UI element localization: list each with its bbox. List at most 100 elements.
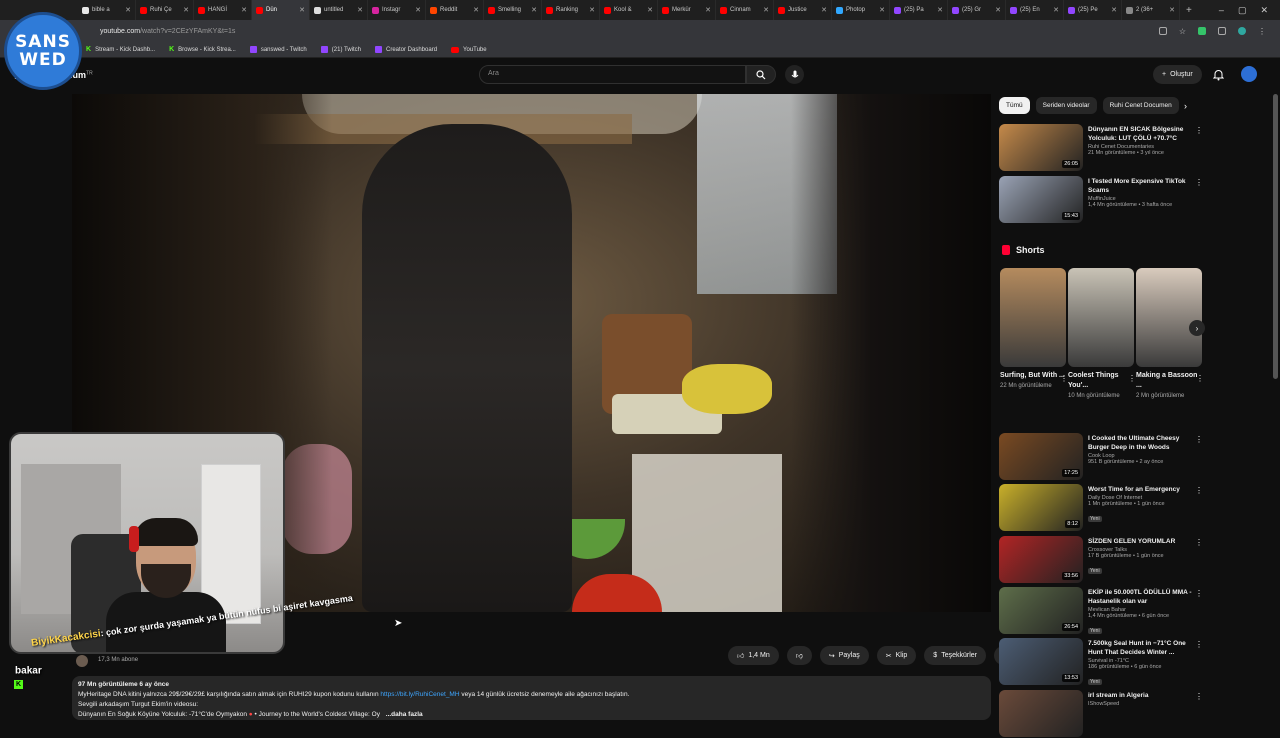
tab-close-icon[interactable]: ✕ [357,6,363,14]
video-thumbnail[interactable]: 15:43 [999,176,1083,223]
browser-tab[interactable]: Kool & ✕ [600,0,658,20]
page-scrollbar[interactable] [1273,94,1278,379]
channel-name[interactable]: IShowSpeed [1088,701,1192,707]
browser-tab[interactable]: Smelling ✕ [484,0,542,20]
video-title[interactable]: Dünyanın EN SICAK Bölgesine Yolculuk: LU… [1088,125,1192,143]
video-menu-icon[interactable]: ⋮ [1195,178,1203,187]
bookmark-star-icon[interactable]: ☆ [1179,27,1186,36]
browser-tab[interactable]: 2 (36+ ✕ [1122,0,1180,20]
browser-tab[interactable]: Merkür ✕ [658,0,716,20]
profile-icon[interactable] [1238,27,1246,35]
chips-next-arrow-icon[interactable]: › [1184,101,1187,111]
video-thumbnail[interactable]: 26:54 [999,586,1083,634]
minimize-icon[interactable]: – [1219,5,1224,16]
tab-close-icon[interactable]: ✕ [531,6,537,14]
recommended-video[interactable]: 8:12 Worst Time for an Emergency Daily Dos… [999,484,1204,532]
video-menu-icon[interactable]: ⋮ [1195,435,1203,444]
filter-chip[interactable]: Ruhi Cenet Documen [1102,97,1179,114]
tab-close-icon[interactable]: ✕ [705,6,711,14]
browser-tab[interactable]: (25) Pa ✕ [890,0,948,20]
shorts-next-arrow-icon[interactable]: › [1189,320,1205,336]
tab-close-icon[interactable]: ✕ [1111,6,1117,14]
browser-tab[interactable]: (25) En ✕ [1006,0,1064,20]
video-thumbnail[interactable]: 13:53 [999,638,1083,686]
short-menu-icon[interactable]: ⋮ [1060,374,1068,383]
tab-close-icon[interactable]: ✕ [937,6,943,14]
tab-close-icon[interactable]: ✕ [763,6,769,14]
filter-chip[interactable]: Tümü [999,97,1030,114]
short-title[interactable]: Making a Bassoon ... [1136,371,1202,391]
browser-tab[interactable]: Ranking ✕ [542,0,600,20]
video-thumbnail[interactable]: 26:05 [999,124,1083,171]
clip-button[interactable]: ✂ Klip [876,646,917,665]
tab-close-icon[interactable]: ✕ [241,6,247,14]
browser-tab[interactable]: Justice ✕ [774,0,832,20]
dislike-button[interactable]: 👎︎ [786,646,812,665]
tab-close-icon[interactable]: ✕ [821,6,827,14]
bookmark-item[interactable]: (21) Twitch [320,46,361,53]
tab-close-icon[interactable]: ✕ [125,6,131,14]
show-more-button[interactable]: ...daha fazla [386,711,423,718]
close-icon[interactable]: ✕ [1260,5,1268,16]
description-link[interactable]: https://bit.ly/RuhiCenet_MH [380,691,459,698]
like-button[interactable]: 👍︎ 1,4 Mn [728,646,779,665]
tab-close-icon[interactable]: ✕ [415,6,421,14]
video-title[interactable]: SİZDEN GELEN YORUMLAR [1088,537,1192,546]
account-avatar[interactable] [1241,66,1257,82]
recommended-video[interactable]: 17:25 I Cooked the Ultimate Cheesy Burger… [999,433,1204,481]
video-menu-icon[interactable]: ⋮ [1195,538,1203,547]
browser-tab[interactable]: Dün ✕ [252,0,310,20]
tab-close-icon[interactable]: ✕ [995,6,1001,14]
tab-close-icon[interactable]: ✕ [299,6,305,14]
video-title[interactable]: 7.500kg Seal Hunt in −71°C One Hunt That… [1088,639,1192,657]
voice-search-button[interactable] [785,65,804,84]
bookmark-item[interactable]: sanswed - Twitch [249,46,307,53]
short-menu-icon[interactable]: ⋮ [1196,374,1204,383]
notifications-bell-icon[interactable] [1212,68,1225,86]
extensions-puzzle-icon[interactable] [1218,27,1226,35]
short-thumbnail[interactable] [1000,268,1066,367]
maximize-icon[interactable]: ▢ [1238,5,1247,16]
video-menu-icon[interactable]: ⋮ [1195,589,1203,598]
browser-tab[interactable]: Photop ✕ [832,0,890,20]
recommended-video[interactable]: irl stream in Algeria IShowSpeed ⋮ [999,689,1204,738]
video-title[interactable]: I Tested More Expensive TikTok Scams [1088,177,1192,195]
thanks-button[interactable]: $ Teşekkürler [924,646,986,665]
url-field[interactable]: youtube.com/watch?v=2CEzYFAmKY&t=1s [100,28,235,35]
short-title[interactable]: Surfing, But With ... [1000,371,1066,381]
video-title[interactable]: Worst Time for an Emergency [1088,485,1192,494]
video-thumbnail[interactable]: 8:12 [999,484,1083,532]
video-thumbnail[interactable]: 17:25 [999,433,1083,480]
short-thumbnail[interactable] [1136,268,1202,367]
tab-close-icon[interactable]: ✕ [589,6,595,14]
video-menu-icon[interactable]: ⋮ [1195,126,1203,135]
short-thumbnail[interactable] [1068,268,1134,367]
tab-close-icon[interactable]: ✕ [1053,6,1059,14]
browser-menu-icon[interactable]: ⋮ [1258,27,1266,36]
recommended-video[interactable]: 15:43 I Tested More Expensive TikTok Scam… [999,176,1204,224]
bookmark-item[interactable]: Creator Dashboard [375,46,437,53]
tab-close-icon[interactable]: ✕ [647,6,653,14]
search-button[interactable] [746,65,776,84]
video-menu-icon[interactable]: ⋮ [1195,486,1203,495]
tab-close-icon[interactable]: ✕ [1169,6,1175,14]
new-tab-button[interactable]: + [1180,5,1198,16]
video-description[interactable]: 97 Mn görüntüleme 6 ay önce MyHeritage D… [72,676,991,720]
extension-icon[interactable] [1198,27,1206,35]
browser-tab[interactable]: Ruhi Çe ✕ [136,0,194,20]
recommended-video[interactable]: 26:54 EKİP ile 50.000TL ÖDÜLLÜ MMA - Hast… [999,586,1204,635]
bookmark-item[interactable]: K Browse - Kick Strea... [169,46,236,53]
search-input[interactable]: Ara [479,65,746,84]
channel-avatar[interactable] [76,655,88,667]
video-title[interactable]: irl stream in Algeria [1088,691,1192,700]
browser-tab[interactable]: (25) Gr ✕ [948,0,1006,20]
video-title[interactable]: I Cooked the Ultimate Cheesy Burger Deep… [1088,434,1192,452]
share-button[interactable]: ↪ Paylaş [819,646,869,665]
recommended-video[interactable]: 13:53 7.500kg Seal Hunt in −71°C One Hunt… [999,638,1204,686]
bookmark-item[interactable]: YouTube [451,46,487,53]
install-icon[interactable] [1158,27,1167,35]
browser-tab[interactable]: untitled ✕ [310,0,368,20]
short-item[interactable]: Surfing, But With ... 22 Mn görüntüleme ⋮ [1000,268,1068,391]
short-title[interactable]: Coolest Things You'... [1068,371,1134,391]
tab-close-icon[interactable]: ✕ [879,6,885,14]
